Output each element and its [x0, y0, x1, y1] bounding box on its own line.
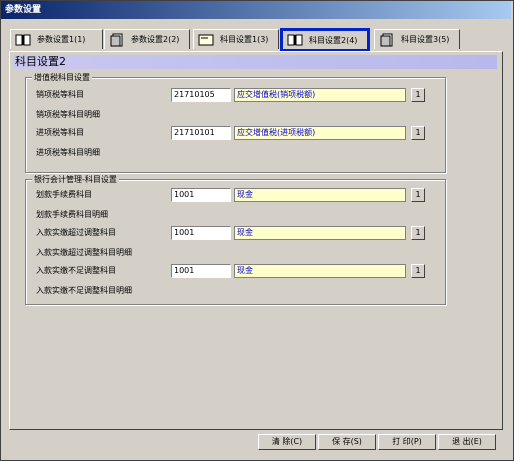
- input-tax-name-field: 应交增值税(进项税额): [234, 126, 406, 140]
- under-label: 入款实缴不足调整科目: [36, 266, 116, 275]
- over-label: 入款实缴超过调整科目: [36, 228, 116, 237]
- fee-name-field: 现金: [234, 188, 406, 202]
- under-code-input[interactable]: 1001: [171, 264, 231, 278]
- tab-subject-1[interactable]: 科目设置1(3): [193, 29, 279, 49]
- tab-subject-3[interactable]: 科目设置3(5): [374, 29, 460, 49]
- pages-icon: [379, 33, 395, 47]
- over-code-input[interactable]: 1001: [171, 226, 231, 240]
- fee-pick-button[interactable]: 1: [411, 188, 425, 202]
- input-tax-pick-button[interactable]: 1: [411, 126, 425, 140]
- over-pick-button[interactable]: 1: [411, 226, 425, 240]
- fee-code-input[interactable]: 1001: [171, 188, 231, 202]
- input-tax-code-input[interactable]: 21710101: [171, 126, 231, 140]
- card-icon: [198, 33, 214, 47]
- over-detail-label: 入款实缴超过调整科目明细: [36, 248, 132, 257]
- tab-label: 科目设置3(5): [401, 35, 450, 44]
- input-tax-label: 进项税等科目: [36, 128, 84, 137]
- fee-label: 划款手续费科目: [36, 190, 92, 199]
- pages-icon: [109, 33, 125, 47]
- tab-label: 科目设置1(3): [220, 35, 269, 44]
- fee-detail-label: 划款手续费科目明细: [36, 210, 108, 219]
- book-icon: [15, 33, 31, 47]
- under-name-field: 现金: [234, 264, 406, 278]
- sales-tax-detail-label: 销项税等科目明细: [36, 110, 100, 119]
- save-button[interactable]: 保 存(S): [318, 434, 376, 450]
- book-icon: [287, 33, 303, 47]
- tab-params-2[interactable]: 参数设置2(2): [104, 29, 190, 49]
- under-detail-label: 入款实缴不足调整科目明细: [36, 286, 132, 295]
- tab-label: 科目设置2(4): [309, 35, 358, 45]
- tab-subject-2[interactable]: 科目设置2(4): [280, 28, 370, 52]
- input-tax-detail-label: 进项税等科目明细: [36, 148, 100, 157]
- group-legend: 银行会计管理-科目设置: [32, 174, 119, 185]
- sales-tax-label: 销项税等科目: [36, 90, 84, 99]
- tab-label: 参数设置2(2): [131, 35, 180, 44]
- exit-button[interactable]: 退 出(E): [438, 434, 496, 450]
- over-name-field: 现金: [234, 226, 406, 240]
- tab-params-1[interactable]: 参数设置1(1): [10, 29, 103, 49]
- tab-label: 参数设置1(1): [37, 35, 86, 44]
- page-title: 科目设置2: [13, 55, 497, 69]
- sales-tax-code-input[interactable]: 21710105: [171, 88, 231, 102]
- group-legend: 增值税科目设置: [32, 72, 92, 83]
- sales-tax-name-field: 应交增值税(销项税额): [234, 88, 406, 102]
- print-button[interactable]: 打 印(P): [378, 434, 436, 450]
- under-pick-button[interactable]: 1: [411, 264, 425, 278]
- clear-button[interactable]: 清 除(C): [258, 434, 316, 450]
- sales-tax-pick-button[interactable]: 1: [411, 88, 425, 102]
- window-title: 参数设置: [1, 1, 511, 19]
